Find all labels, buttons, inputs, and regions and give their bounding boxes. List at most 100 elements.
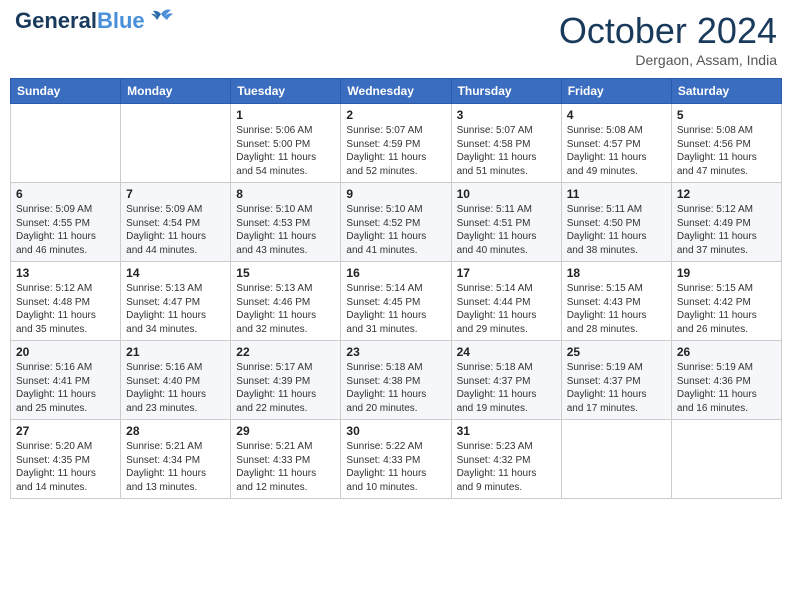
day-number: 24 — [457, 345, 556, 359]
calendar-cell: 23Sunrise: 5:18 AM Sunset: 4:38 PM Dayli… — [341, 341, 451, 420]
day-info: Sunrise: 5:11 AM Sunset: 4:50 PM Dayligh… — [567, 203, 666, 257]
day-number: 15 — [236, 266, 335, 280]
day-info: Sunrise: 5:15 AM Sunset: 4:43 PM Dayligh… — [567, 282, 666, 336]
weekday-header-sunday: Sunday — [11, 79, 121, 104]
day-number: 18 — [567, 266, 666, 280]
weekday-header-thursday: Thursday — [451, 79, 561, 104]
week-row-5: 27 Sunrise: 5:20 AM Sunset: 4:35 PM Dayli… — [11, 420, 782, 499]
day-number: 14 — [126, 266, 225, 280]
day-info: Sunrise: 5:13 AM Sunset: 4:46 PM Dayligh… — [236, 282, 335, 336]
calendar: SundayMondayTuesdayWednesdayThursdayFrid… — [10, 78, 782, 499]
weekday-header-tuesday: Tuesday — [231, 79, 341, 104]
calendar-cell: 31Sunrise: 5:23 AM Sunset: 4:32 PM Dayli… — [451, 420, 561, 499]
calendar-cell: 26 Sunrise: 5:19 AM Sunset: 4:36 PM Dayli… — [671, 341, 781, 420]
day-info: Sunrise: 5:22 AM Sunset: 4:33 PM Dayligh… — [346, 440, 445, 494]
calendar-cell: 15 Sunrise: 5:13 AM Sunset: 4:46 PM Dayli… — [231, 262, 341, 341]
day-number: 27 — [16, 424, 115, 438]
day-info: Sunrise: 5:10 AM Sunset: 4:52 PM Dayligh… — [346, 203, 445, 257]
day-number: 6 — [16, 187, 115, 201]
month-title: October 2024 — [559, 10, 777, 52]
day-info: Sunrise: 5:09 AM Sunset: 4:55 PM Dayligh… — [16, 203, 115, 257]
calendar-cell: 17 Sunrise: 5:14 AM Sunset: 4:44 PM Dayli… — [451, 262, 561, 341]
day-number: 30 — [346, 424, 445, 438]
calendar-cell: 25Sunrise: 5:19 AM Sunset: 4:37 PM Dayli… — [561, 341, 671, 420]
day-info: Sunrise: 5:18 AM Sunset: 4:38 PM Dayligh… — [346, 361, 445, 415]
week-row-3: 13 Sunrise: 5:12 AM Sunset: 4:48 PM Dayli… — [11, 262, 782, 341]
day-number: 25 — [567, 345, 666, 359]
calendar-cell: 4 Sunrise: 5:08 AM Sunset: 4:57 PM Daylig… — [561, 104, 671, 183]
day-info: Sunrise: 5:15 AM Sunset: 4:42 PM Dayligh… — [677, 282, 776, 336]
day-info: Sunrise: 5:11 AM Sunset: 4:51 PM Dayligh… — [457, 203, 556, 257]
calendar-cell: 5Sunrise: 5:08 AM Sunset: 4:56 PM Daylig… — [671, 104, 781, 183]
day-info: Sunrise: 5:14 AM Sunset: 4:44 PM Dayligh… — [457, 282, 556, 336]
day-number: 16 — [346, 266, 445, 280]
day-number: 22 — [236, 345, 335, 359]
day-info: Sunrise: 5:20 AM Sunset: 4:35 PM Dayligh… — [16, 440, 115, 494]
calendar-cell: 1Sunrise: 5:06 AM Sunset: 5:00 PM Daylig… — [231, 104, 341, 183]
week-row-2: 6 Sunrise: 5:09 AM Sunset: 4:55 PM Daylig… — [11, 183, 782, 262]
day-number: 9 — [346, 187, 445, 201]
calendar-cell: 24Sunrise: 5:18 AM Sunset: 4:37 PM Dayli… — [451, 341, 561, 420]
logo-text: GeneralBlue — [15, 10, 145, 32]
day-number: 2 — [346, 108, 445, 122]
logo-bird-icon — [147, 6, 175, 28]
calendar-cell: 8 Sunrise: 5:10 AM Sunset: 4:53 PM Daylig… — [231, 183, 341, 262]
day-number: 12 — [677, 187, 776, 201]
calendar-cell: 29 Sunrise: 5:21 AM Sunset: 4:33 PM Dayli… — [231, 420, 341, 499]
calendar-cell: 21Sunrise: 5:16 AM Sunset: 4:40 PM Dayli… — [121, 341, 231, 420]
calendar-cell: 2Sunrise: 5:07 AM Sunset: 4:59 PM Daylig… — [341, 104, 451, 183]
calendar-cell: 10 Sunrise: 5:11 AM Sunset: 4:51 PM Dayli… — [451, 183, 561, 262]
calendar-cell: 14 Sunrise: 5:13 AM Sunset: 4:47 PM Dayli… — [121, 262, 231, 341]
week-row-1: 1Sunrise: 5:06 AM Sunset: 5:00 PM Daylig… — [11, 104, 782, 183]
day-number: 21 — [126, 345, 225, 359]
day-info: Sunrise: 5:13 AM Sunset: 4:47 PM Dayligh… — [126, 282, 225, 336]
day-info: Sunrise: 5:17 AM Sunset: 4:39 PM Dayligh… — [236, 361, 335, 415]
day-info: Sunrise: 5:21 AM Sunset: 4:34 PM Dayligh… — [126, 440, 225, 494]
calendar-header: SundayMondayTuesdayWednesdayThursdayFrid… — [11, 79, 782, 104]
calendar-cell: 16 Sunrise: 5:14 AM Sunset: 4:45 PM Dayli… — [341, 262, 451, 341]
day-info: Sunrise: 5:14 AM Sunset: 4:45 PM Dayligh… — [346, 282, 445, 336]
day-info: Sunrise: 5:19 AM Sunset: 4:36 PM Dayligh… — [677, 361, 776, 415]
location: Dergaon, Assam, India — [559, 52, 777, 68]
day-number: 13 — [16, 266, 115, 280]
calendar-cell: 22 Sunrise: 5:17 AM Sunset: 4:39 PM Dayli… — [231, 341, 341, 420]
day-info: Sunrise: 5:09 AM Sunset: 4:54 PM Dayligh… — [126, 203, 225, 257]
title-block: October 2024 Dergaon, Assam, India — [559, 10, 777, 68]
logo: GeneralBlue — [15, 10, 175, 32]
day-info: Sunrise: 5:12 AM Sunset: 4:49 PM Dayligh… — [677, 203, 776, 257]
day-number: 29 — [236, 424, 335, 438]
day-info: Sunrise: 5:12 AM Sunset: 4:48 PM Dayligh… — [16, 282, 115, 336]
calendar-cell — [11, 104, 121, 183]
day-info: Sunrise: 5:08 AM Sunset: 4:57 PM Dayligh… — [567, 124, 666, 178]
day-number: 19 — [677, 266, 776, 280]
calendar-cell: 9 Sunrise: 5:10 AM Sunset: 4:52 PM Daylig… — [341, 183, 451, 262]
day-number: 8 — [236, 187, 335, 201]
calendar-cell: 3 Sunrise: 5:07 AM Sunset: 4:58 PM Daylig… — [451, 104, 561, 183]
day-number: 1 — [236, 108, 335, 122]
day-info: Sunrise: 5:21 AM Sunset: 4:33 PM Dayligh… — [236, 440, 335, 494]
header: GeneralBlue October 2024 Dergaon, Assam,… — [10, 10, 782, 68]
day-number: 4 — [567, 108, 666, 122]
day-number: 10 — [457, 187, 556, 201]
weekday-row: SundayMondayTuesdayWednesdayThursdayFrid… — [11, 79, 782, 104]
weekday-header-monday: Monday — [121, 79, 231, 104]
calendar-cell: 7 Sunrise: 5:09 AM Sunset: 4:54 PM Daylig… — [121, 183, 231, 262]
day-number: 3 — [457, 108, 556, 122]
calendar-cell: 27 Sunrise: 5:20 AM Sunset: 4:35 PM Dayli… — [11, 420, 121, 499]
day-number: 17 — [457, 266, 556, 280]
weekday-header-wednesday: Wednesday — [341, 79, 451, 104]
day-number: 20 — [16, 345, 115, 359]
day-number: 26 — [677, 345, 776, 359]
calendar-cell: 11 Sunrise: 5:11 AM Sunset: 4:50 PM Dayli… — [561, 183, 671, 262]
weekday-header-saturday: Saturday — [671, 79, 781, 104]
day-info: Sunrise: 5:07 AM Sunset: 4:58 PM Dayligh… — [457, 124, 556, 178]
calendar-cell — [561, 420, 671, 499]
weekday-header-friday: Friday — [561, 79, 671, 104]
day-info: Sunrise: 5:10 AM Sunset: 4:53 PM Dayligh… — [236, 203, 335, 257]
calendar-cell — [671, 420, 781, 499]
day-info: Sunrise: 5:08 AM Sunset: 4:56 PM Dayligh… — [677, 124, 776, 178]
day-number: 31 — [457, 424, 556, 438]
day-number: 7 — [126, 187, 225, 201]
calendar-cell: 28Sunrise: 5:21 AM Sunset: 4:34 PM Dayli… — [121, 420, 231, 499]
day-number: 11 — [567, 187, 666, 201]
